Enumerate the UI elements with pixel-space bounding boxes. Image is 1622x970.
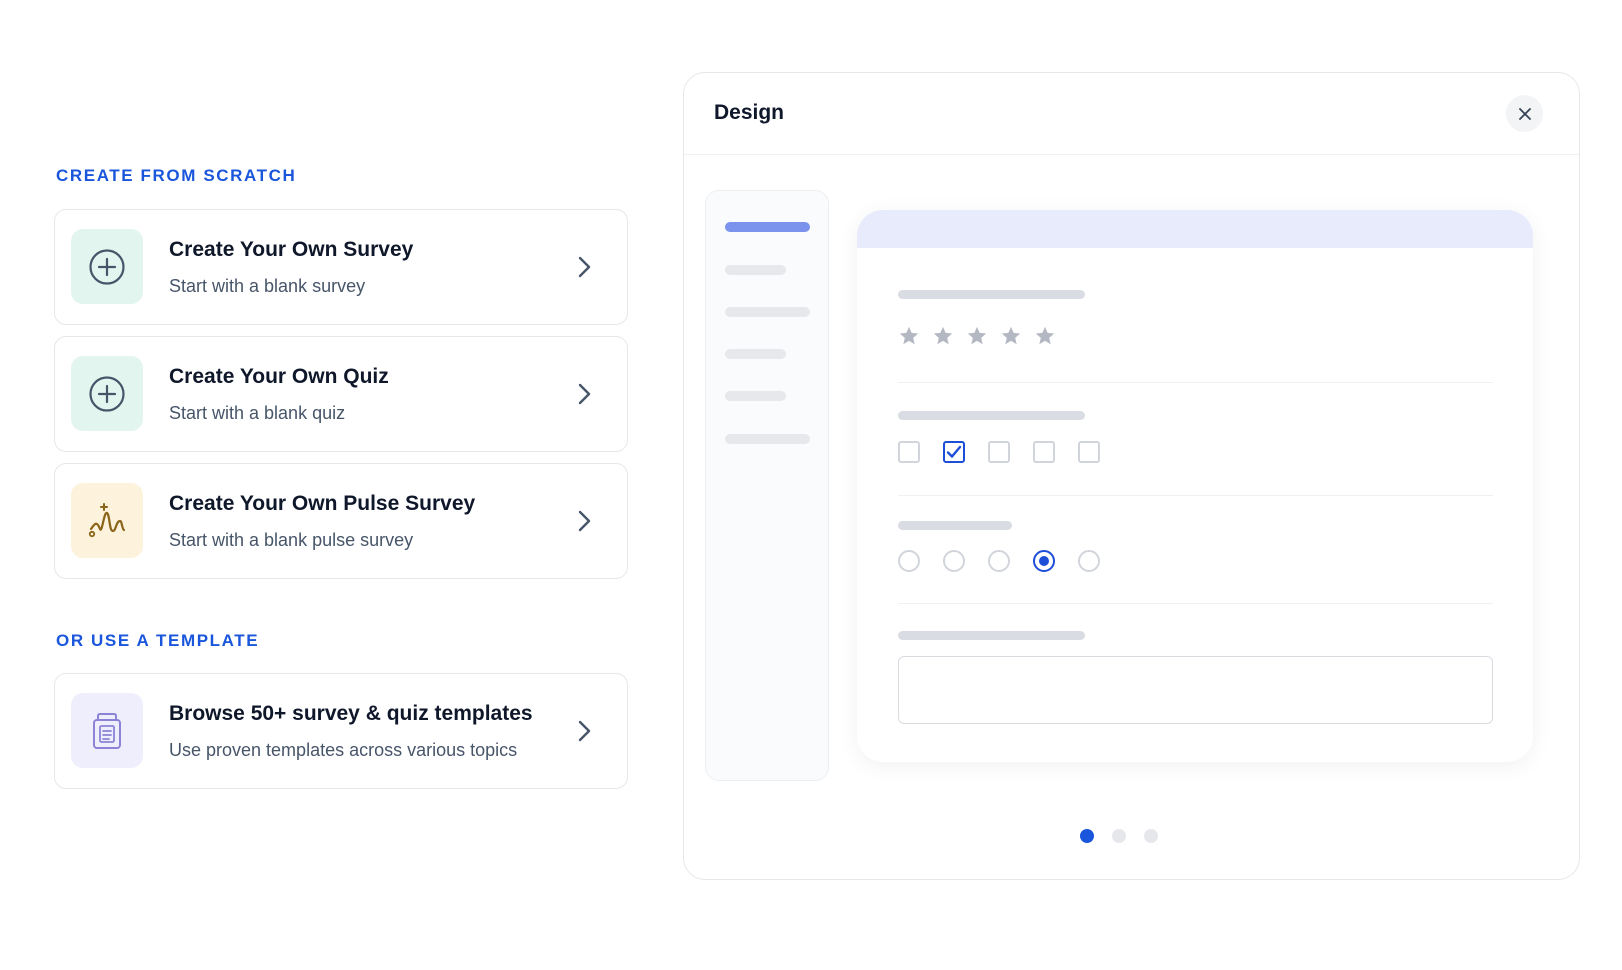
checkmark-icon: [946, 445, 962, 458]
radio: [943, 550, 965, 572]
create-pulse-icon-tile: [71, 483, 143, 558]
form-preview: [857, 210, 1533, 762]
create-pulse-survey-card[interactable]: Create Your Own Pulse Survey Start with …: [54, 463, 628, 579]
preview-sidebar-item: [725, 391, 786, 401]
preview-sidebar-item: [725, 265, 786, 275]
question-divider: [898, 495, 1493, 496]
create-survey-icon-tile: [71, 229, 143, 304]
carousel-dot[interactable]: [1112, 829, 1126, 843]
radio-selected: [1033, 550, 1055, 572]
question-divider: [898, 603, 1493, 604]
checkbox: [988, 441, 1010, 463]
carousel-pagination: [1080, 829, 1176, 843]
chevron-right-icon: [578, 720, 591, 742]
radio: [1078, 550, 1100, 572]
preview-sidebar-item: [725, 307, 810, 317]
preview-sidebar: [705, 190, 829, 781]
document-icon: [93, 712, 121, 749]
question-divider: [898, 382, 1493, 383]
carousel-dot-active[interactable]: [1080, 829, 1094, 843]
star-icon: [933, 326, 953, 345]
question-placeholder: [898, 411, 1085, 420]
create-quiz-title: Create Your Own Quiz: [169, 365, 389, 388]
browse-templates-subtitle: Use proven templates across various topi…: [169, 740, 518, 760]
star-icon: [1001, 326, 1021, 345]
chevron-right-icon: [578, 256, 591, 278]
chevron-right-icon: [578, 383, 591, 405]
design-panel-header: Design: [684, 73, 1579, 155]
browse-templates-title: Browse 50+ survey & quiz templates: [169, 702, 533, 725]
design-panel: Design: [683, 72, 1580, 880]
radio: [898, 550, 920, 572]
preview-sidebar-item-active: [725, 222, 810, 232]
create-from-scratch-heading: CREATE FROM SCRATCH: [56, 166, 297, 185]
chevron-right-icon: [578, 510, 591, 532]
question-placeholder: [898, 290, 1085, 299]
create-quiz-subtitle: Start with a blank quiz: [169, 403, 346, 423]
pulse-icon: [88, 502, 126, 537]
browse-templates-card[interactable]: Browse 50+ survey & quiz templates Use p…: [54, 673, 628, 789]
create-survey-card[interactable]: Create Your Own Survey Start with a blan…: [54, 209, 628, 325]
preview-sidebar-item: [725, 349, 786, 359]
close-icon: [1518, 107, 1531, 120]
create-pulse-survey-subtitle: Start with a blank pulse survey: [169, 530, 414, 550]
checkbox-checked: [943, 441, 965, 463]
or-use-a-template-heading: OR USE A TEMPLATE: [56, 631, 260, 650]
star-icon: [967, 326, 987, 345]
checkbox: [1078, 441, 1100, 463]
question-placeholder: [898, 631, 1085, 640]
form-preview-header-band: [857, 210, 1533, 248]
checkbox-options: [898, 441, 1123, 463]
star-icon: [899, 326, 919, 345]
radio: [988, 550, 1010, 572]
design-panel-title: Design: [714, 101, 785, 124]
create-quiz-icon-tile: [71, 356, 143, 431]
create-survey-title: Create Your Own Survey: [169, 238, 414, 261]
star-icon: [1035, 326, 1055, 345]
plus-circle-icon: [89, 375, 125, 412]
rating-stars: [898, 325, 1068, 347]
plus-circle-icon: [89, 248, 125, 285]
radio-options: [898, 550, 1123, 572]
question-placeholder: [898, 521, 1012, 530]
carousel-dot[interactable]: [1144, 829, 1158, 843]
checkbox: [898, 441, 920, 463]
preview-sidebar-item: [725, 434, 810, 444]
close-button[interactable]: [1506, 95, 1543, 132]
create-pulse-survey-title: Create Your Own Pulse Survey: [169, 492, 476, 515]
text-answer-box: [898, 656, 1493, 724]
create-quiz-card[interactable]: Create Your Own Quiz Start with a blank …: [54, 336, 628, 452]
create-survey-subtitle: Start with a blank survey: [169, 276, 366, 296]
browse-templates-icon-tile: [71, 693, 143, 768]
checkbox: [1033, 441, 1055, 463]
